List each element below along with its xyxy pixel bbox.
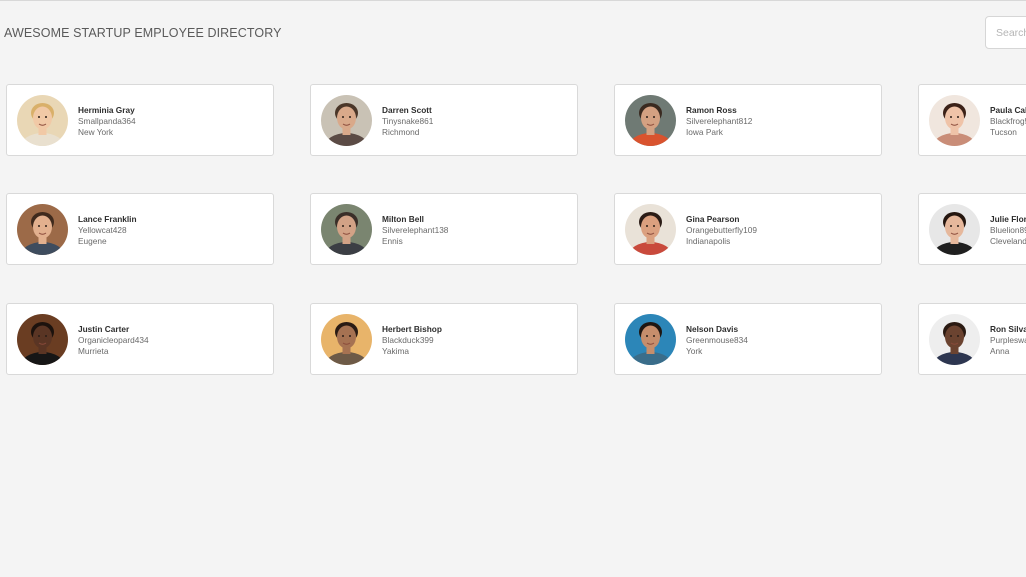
employee-name: Lance Franklin — [78, 214, 137, 224]
employee-grid: Herminia Gray Smallpanda364 New York Darren… — [0, 0, 1026, 577]
employee-username: Bluelion89 — [990, 225, 1026, 235]
employee-username: Blackfrog5 — [990, 116, 1026, 126]
employee-card[interactable]: Herminia Gray Smallpanda364 New York — [6, 84, 274, 156]
avatar — [321, 204, 372, 255]
employee-name: Herbert Bishop — [382, 324, 442, 334]
employee-username: Orangebutterfly109 — [686, 225, 758, 235]
employee-username: Organicleopard434 — [78, 335, 149, 345]
avatar — [321, 95, 372, 146]
avatar — [929, 204, 980, 255]
employee-city: Richmond — [382, 127, 420, 137]
employee-name: Ramon Ross — [686, 105, 737, 115]
employee-card[interactable]: Milton Bell Silverelephant138 Ennis — [310, 193, 578, 265]
employee-name: Ron Silva — [990, 324, 1026, 334]
employee-city: Yakima — [382, 346, 410, 356]
employee-card[interactable]: Nelson Davis Greenmouse834 York — [614, 303, 882, 375]
employee-city: Iowa Park — [686, 127, 723, 137]
employee-city: Ennis — [382, 236, 403, 246]
avatar — [625, 314, 676, 365]
employee-name: Julie Flores — [990, 214, 1026, 224]
employee-name: Paula Caldwell — [990, 105, 1026, 115]
avatar — [929, 314, 980, 365]
employee-name: Justin Carter — [78, 324, 130, 334]
employee-card[interactable]: Darren Scott Tinysnake861 Richmond — [310, 84, 578, 156]
employee-city: York — [686, 346, 703, 356]
avatar — [17, 204, 68, 255]
employee-username: Tinysnake861 — [382, 116, 434, 126]
employee-username: Yellowcat428 — [78, 225, 127, 235]
employee-city: Cleveland — [990, 236, 1026, 246]
employee-info: Nelson Davis Greenmouse834 York — [686, 324, 876, 357]
employee-info: Lance Franklin Yellowcat428 Eugene — [78, 214, 268, 247]
employee-card[interactable]: Ramon Ross Silverelephant812 Iowa Park — [614, 84, 882, 156]
avatar — [17, 95, 68, 146]
employee-info: Milton Bell Silverelephant138 Ennis — [382, 214, 572, 247]
employee-username: Silverelephant138 — [382, 225, 449, 235]
employee-username: Blackduck399 — [382, 335, 434, 345]
employee-info: Julie FloresBluelion89Cleveland — [990, 214, 1026, 247]
avatar — [17, 314, 68, 365]
employee-card[interactable]: Julie FloresBluelion89Cleveland — [918, 193, 1026, 265]
employee-info: Ramon Ross Silverelephant812 Iowa Park — [686, 105, 876, 138]
employee-city: Eugene — [78, 236, 107, 246]
employee-username: Greenmouse834 — [686, 335, 748, 345]
employee-info: Ron SilvaPurpleswanAnna — [990, 324, 1026, 357]
employee-name: Nelson Davis — [686, 324, 739, 334]
employee-username: Purpleswan — [990, 335, 1026, 345]
employee-card[interactable]: Herbert Bishop Blackduck399 Yakima — [310, 303, 578, 375]
employee-name: Herminia Gray — [78, 105, 135, 115]
employee-info: Herminia Gray Smallpanda364 New York — [78, 105, 268, 138]
employee-card[interactable]: Ron SilvaPurpleswanAnna — [918, 303, 1026, 375]
employee-info: Herbert Bishop Blackduck399 Yakima — [382, 324, 572, 357]
avatar — [929, 95, 980, 146]
employee-info: Justin Carter Organicleopard434 Murrieta — [78, 324, 268, 357]
employee-name: Milton Bell — [382, 214, 424, 224]
employee-city: Indianapolis — [686, 236, 731, 246]
employee-card[interactable]: Lance Franklin Yellowcat428 Eugene — [6, 193, 274, 265]
employee-card[interactable]: Gina Pearson Orangebutterfly109 Indianapol… — [614, 193, 882, 265]
employee-city: Anna — [990, 346, 1010, 356]
employee-name: Darren Scott — [382, 105, 432, 115]
employee-city: Murrieta — [78, 346, 109, 356]
employee-info: Gina Pearson Orangebutterfly109 Indianapol… — [686, 214, 876, 247]
employee-username: Silverelephant812 — [686, 116, 753, 126]
employee-city: New York — [78, 127, 114, 137]
employee-username: Smallpanda364 — [78, 116, 136, 126]
employee-info: Darren Scott Tinysnake861 Richmond — [382, 105, 572, 138]
employee-info: Paula CaldwellBlackfrog5Tucson — [990, 105, 1026, 138]
employee-card[interactable]: Paula CaldwellBlackfrog5Tucson — [918, 84, 1026, 156]
employee-card[interactable]: Justin Carter Organicleopard434 Murrieta — [6, 303, 274, 375]
avatar — [321, 314, 372, 365]
employee-name: Gina Pearson — [686, 214, 740, 224]
avatar — [625, 204, 676, 255]
avatar — [625, 95, 676, 146]
employee-city: Tucson — [990, 127, 1017, 137]
